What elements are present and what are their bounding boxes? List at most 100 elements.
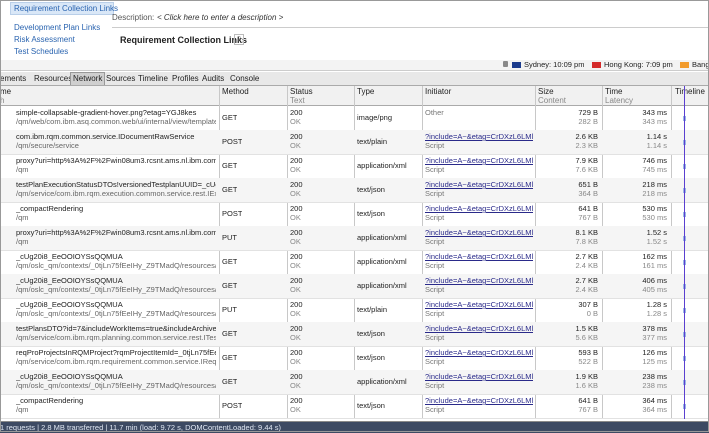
tab-network[interactable]: Network	[70, 72, 106, 85]
nav-requirement-collection-links[interactable]: Requirement Collection Links	[10, 2, 118, 15]
initiator-link[interactable]: ?include=A~&etag=CrDXzL6LMla...	[425, 204, 533, 213]
request-name-cell[interactable]: testPlanExecutionStatusDTOs!versionedTes…	[16, 180, 216, 198]
initiator-link[interactable]: ?include=A~&etag=CrDXzL6LMla...	[425, 132, 533, 141]
time-value: 746 ms	[642, 156, 667, 165]
request-name-cell[interactable]: simple-collapsable-gradient-hover.png?et…	[16, 108, 216, 126]
size-content: 2.4 KB	[575, 261, 598, 270]
latency-value: 161 ms	[642, 261, 667, 270]
request-method: GET	[222, 281, 238, 290]
description-field[interactable]: < Click here to enter a description >	[157, 13, 283, 22]
table-row[interactable]: _cUg20i8_EeOOIOYSsQQMUA/qm/oslc_qm/conte…	[0, 370, 709, 395]
column-time[interactable]: Time Latency	[605, 87, 633, 105]
request-size-cell: 2.7 KB 2.4 KB	[540, 276, 598, 294]
request-name-cell[interactable]: _cUg20i8_EeOOIOYSsQQMUA/qm/oslc_qm/conte…	[16, 276, 216, 294]
request-time-cell: 1.14 s 1.14 s	[605, 132, 667, 150]
initiator-link[interactable]: ?include=A~&etag=CrDXzL6LMla...	[425, 324, 533, 333]
nav-development-plan-links[interactable]: Development Plan Links	[14, 23, 100, 32]
column-status[interactable]: Status Text	[290, 87, 313, 105]
tab-audits[interactable]: Audits	[202, 72, 224, 85]
size-content: 282 B	[578, 117, 598, 126]
request-name-cell[interactable]: reqProProjectsInRQMProject?rqmProjectIte…	[16, 348, 216, 366]
tab-console[interactable]: Console	[230, 72, 259, 85]
column-size[interactable]: Size Content	[538, 87, 566, 105]
status-text: OK	[290, 309, 301, 318]
column-method[interactable]: Method	[222, 87, 249, 96]
request-initiator-cell: ?include=A~&etag=CrDXzL6LMla... Script	[425, 324, 533, 342]
request-initiator-cell: ?include=A~&etag=CrDXzL6LMla... Script	[425, 372, 533, 390]
initiator-link[interactable]: ?include=A~&etag=CrDXzL6LMla...	[425, 180, 533, 189]
column-initiator[interactable]: Initiator	[425, 87, 451, 96]
table-row[interactable]: _cUg20i8_EeOOIOYSsQQMUA/qm/oslc_qm/conte…	[0, 274, 709, 299]
table-row[interactable]: reqProProjectsInRQMProject?rqmProjectIte…	[0, 346, 709, 371]
status-text: OK	[290, 333, 301, 342]
request-name-cell[interactable]: _cUg20i8_EeOOIOYSsQQMUA/qm/oslc_qm/conte…	[16, 300, 216, 318]
request-name-cell[interactable]: testPlansDTO?id=7&includeWorkItems=true&…	[16, 324, 216, 342]
request-initiator-cell: ?include=A~&etag=CrDXzL6LMla... Script	[425, 252, 533, 270]
tab-profiles[interactable]: Profiles	[172, 72, 199, 85]
initiator-link[interactable]: ?include=A~&etag=CrDXzL6LMla...	[425, 156, 533, 165]
request-time-cell: 1.52 s 1.52 s	[605, 228, 667, 246]
request-name-cell[interactable]: proxy?uri=http%3A%2F%2Fwin08um3.rcsnt.am…	[16, 228, 216, 246]
tab-timeline[interactable]: Timeline	[138, 72, 168, 85]
status-text: OK	[290, 165, 301, 174]
request-name-cell[interactable]: _compactRendering/qm	[16, 396, 216, 414]
request-status-cell: 200 OK	[290, 204, 303, 222]
request-size-cell: 641 B 767 B	[540, 204, 598, 222]
request-path: /qm	[16, 405, 29, 414]
section-title: Requirement Collection Links	[120, 35, 248, 45]
time-value: 162 ms	[642, 252, 667, 261]
table-row[interactable]: proxy?uri=http%3A%2F%2Fwin08um3.rcsnt.am…	[0, 226, 709, 251]
initiator-type: Script	[425, 141, 445, 150]
initiator-link[interactable]: ?include=A~&etag=CrDXzL6LMla...	[425, 396, 533, 405]
nav-risk-assessment[interactable]: Risk Assessment	[14, 35, 75, 44]
table-row[interactable]: simple-collapsable-gradient-hover.png?et…	[0, 106, 709, 131]
initiator-link[interactable]: ?include=A~&etag=CrDXzL6LMla...	[425, 300, 533, 309]
table-row[interactable]: _cUg20i8_EeOOIOYSsQQMUA/qm/oslc_qm/conte…	[0, 250, 709, 275]
request-name-cell[interactable]: _cUg20i8_EeOOIOYSsQQMUA/qm/oslc_qm/conte…	[16, 372, 216, 390]
column-type[interactable]: Type	[357, 87, 374, 96]
request-name: _cUg20i8_EeOOIOYSsQQMUA	[16, 372, 123, 381]
request-name-cell[interactable]: com.ibm.rqm.common.service.IDocumentRawS…	[16, 132, 216, 150]
size-value: 641 B	[578, 396, 598, 405]
request-name-cell[interactable]: _cUg20i8_EeOOIOYSsQQMUA/qm/oslc_qm/conte…	[16, 252, 216, 270]
tab-elements[interactable]: ements	[0, 72, 26, 85]
initiator-link[interactable]: ?include=A~&etag=CrDXzL6LMla...	[425, 372, 533, 381]
table-row[interactable]: _compactRendering/qm POST 200 OK text/json ?i…	[0, 394, 709, 419]
network-request-list: simple-collapsable-gradient-hover.png?et…	[0, 106, 709, 419]
request-status-cell: 200 OK	[290, 252, 303, 270]
table-row[interactable]: testPlanExecutionStatusDTOs!versionedTes…	[0, 178, 709, 203]
request-initiator-cell: ?include=A~&etag=CrDXzL6LMla... Script	[425, 180, 533, 198]
initiator-link[interactable]: ?include=A~&etag=CrDXzL6LMla...	[425, 228, 533, 237]
column-name[interactable]: me h	[0, 87, 11, 105]
request-name: reqProProjectsInRQMProject?rqmProjectIte…	[16, 348, 216, 357]
size-value: 2.7 KB	[575, 252, 598, 261]
table-row[interactable]: _compactRendering/qm POST 200 OK text/json ?i…	[0, 202, 709, 227]
tab-sources[interactable]: Sources	[106, 72, 135, 85]
initiator-link[interactable]: ?include=A~&etag=CrDXzL6LMla...	[425, 348, 533, 357]
initiator-link[interactable]: ?include=A~&etag=CrDXzL6LMla...	[425, 252, 533, 261]
table-row[interactable]: com.ibm.rqm.common.service.IDocumentRawS…	[0, 130, 709, 155]
latency-value: 1.14 s	[646, 141, 667, 150]
initiator-type: Script	[425, 309, 445, 318]
initiator-link[interactable]: ?include=A~&etag=CrDXzL6LMla...	[425, 276, 533, 285]
status-code: 200	[290, 300, 303, 309]
request-initiator-cell: ?include=A~&etag=CrDXzL6LMla... Script	[425, 276, 533, 294]
help-icon[interactable]: ?	[234, 34, 244, 45]
request-initiator-cell: ?include=A~&etag=CrDXzL6LMla... Script	[425, 348, 533, 366]
column-timeline[interactable]: Timeline	[675, 87, 705, 96]
table-row[interactable]: proxy?uri=http%3A%2F%2Fwin08um3.rcsnt.am…	[0, 154, 709, 179]
tab-resources[interactable]: Resources	[34, 72, 72, 85]
request-name-cell[interactable]: _compactRendering/qm	[16, 204, 216, 222]
initiator-type: Script	[425, 357, 445, 366]
status-code: 200	[290, 324, 303, 333]
request-time-cell: 406 ms 405 ms	[605, 276, 667, 294]
request-type: application/xml	[357, 257, 407, 266]
request-name-cell[interactable]: proxy?uri=http%3A%2F%2Fwin08um3.rcsnt.am…	[16, 156, 216, 174]
request-size-cell: 2.7 KB 2.4 KB	[540, 252, 598, 270]
app-header-area: Requirement Collection Links Development…	[0, 0, 709, 61]
table-row[interactable]: _cUg20i8_EeOOIOYSsQQMUA/qm/oslc_qm/conte…	[0, 298, 709, 323]
nav-test-schedules[interactable]: Test Schedules	[14, 47, 68, 56]
request-path: /qm/web/com.ibm.asq.common.web/ui/intern…	[16, 117, 216, 126]
table-row[interactable]: testPlansDTO?id=7&includeWorkItems=true&…	[0, 322, 709, 347]
request-name: _cUg20i8_EeOOIOYSsQQMUA	[16, 252, 123, 261]
